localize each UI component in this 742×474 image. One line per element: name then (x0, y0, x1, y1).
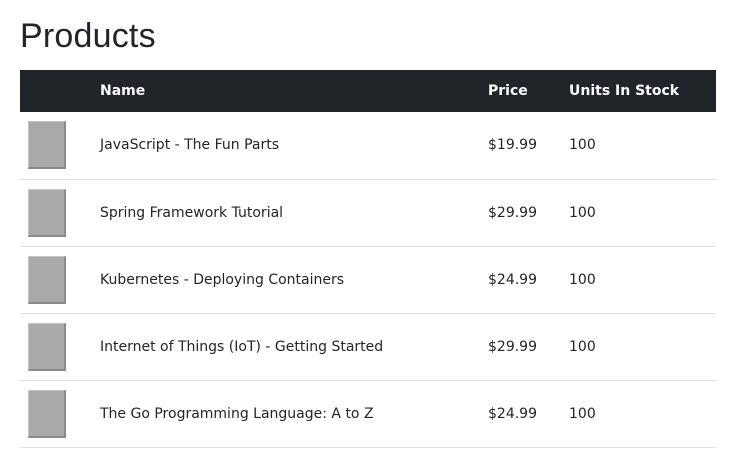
table-row: Kubernetes - Deploying Containers $24.99… (20, 246, 716, 313)
product-image-cell (20, 112, 100, 179)
product-units-in-stock: 100 (569, 204, 596, 221)
column-header-price: Price (488, 83, 528, 99)
column-header-name: Name (100, 83, 146, 99)
product-name: Internet of Things (IoT) - Getting Start… (100, 338, 384, 355)
table-row: The Go Programming Language: A to Z $24.… (20, 380, 716, 447)
table-header-row: Name Price Units In Stock (20, 70, 716, 112)
product-units-in-stock: 100 (569, 405, 596, 422)
column-header-image (20, 70, 100, 112)
product-thumbnail-image (28, 121, 66, 170)
product-name: JavaScript - The Fun Parts (100, 137, 280, 154)
product-units-in-stock: 100 (569, 271, 596, 288)
product-image-cell (20, 380, 100, 447)
product-name: Kubernetes - Deploying Containers (100, 271, 345, 288)
product-units-in-stock: 100 (569, 338, 596, 355)
product-image-cell (20, 179, 100, 246)
product-price: $29.99 (488, 204, 537, 221)
product-price: $29.99 (488, 338, 537, 355)
product-name: Spring Framework Tutorial (100, 204, 284, 221)
column-header-units-in-stock: Units In Stock (569, 83, 680, 99)
table-body: JavaScript - The Fun Parts $19.99 100 Sp… (20, 112, 716, 447)
product-units-in-stock: 100 (569, 137, 596, 154)
product-thumbnail-image (28, 389, 66, 438)
table-row: Internet of Things (IoT) - Getting Start… (20, 313, 716, 380)
product-price: $24.99 (488, 271, 537, 288)
product-thumbnail-image (28, 322, 66, 371)
product-thumbnail-image (28, 188, 66, 237)
product-price: $24.99 (488, 405, 537, 422)
products-table: Name Price Units In Stock JavaScript - T… (20, 70, 716, 448)
product-price: $19.99 (488, 137, 537, 154)
table-header: Name Price Units In Stock (20, 70, 716, 112)
table-row: JavaScript - The Fun Parts $19.99 100 (20, 112, 716, 179)
page-title: Products (20, 17, 156, 55)
product-image-cell (20, 313, 100, 380)
product-image-cell (20, 246, 100, 313)
product-thumbnail-image (28, 255, 66, 304)
product-name: The Go Programming Language: A to Z (100, 405, 374, 422)
table-row: Spring Framework Tutorial $29.99 100 (20, 179, 716, 246)
